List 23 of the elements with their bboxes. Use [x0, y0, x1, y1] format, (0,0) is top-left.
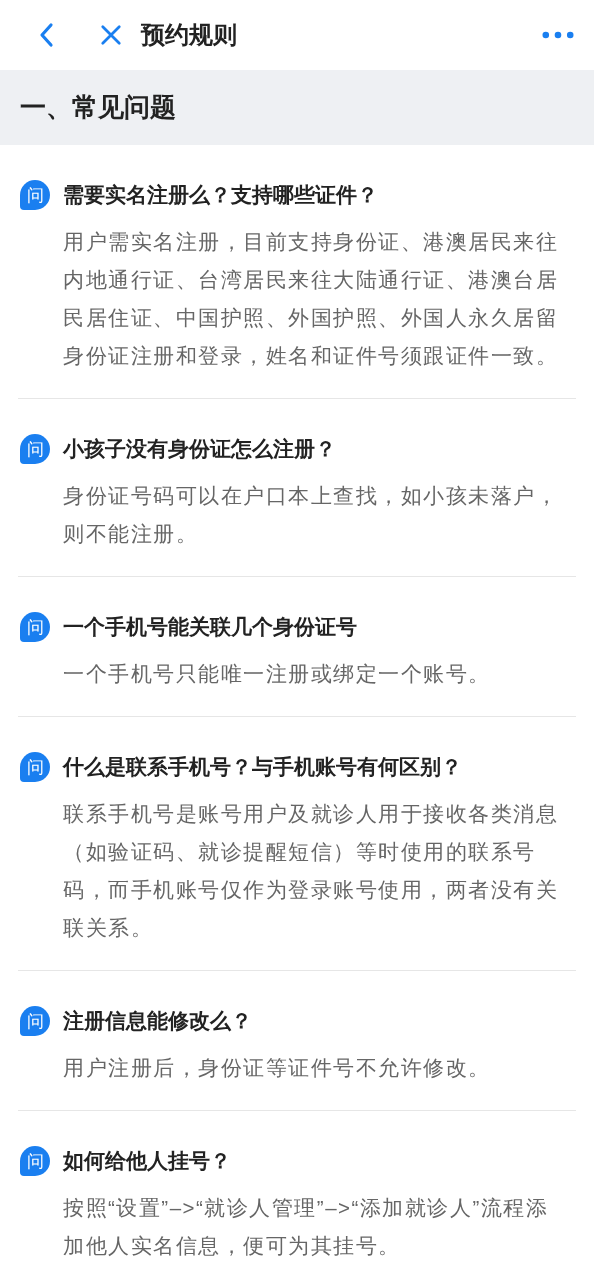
more-icon[interactable] [542, 31, 574, 39]
answer-text: 用户需实名注册，目前支持身份证、港澳居民来往内地通行证、台湾居民来往大陆通行证、港澳台居民居住证、中国护照、外国护照、外国人永久居留身份证注册和登录，姓名和证件号须跟证件一致。 [63, 229, 559, 369]
question-badge: 问 [20, 1006, 50, 1036]
question-text: 小孩子没有身份证怎么注册？ [63, 436, 336, 462]
question-badge: 问 [20, 1146, 50, 1176]
question-text: 什么是联系手机号？与手机账号有何区别？ [63, 754, 462, 780]
answer-text: 身份证号码可以在户口本上查找，如小孩未落户，则不能注册。 [63, 483, 559, 547]
question-text: 注册信息能修改么？ [63, 1008, 252, 1034]
question-badge: 问 [20, 180, 50, 210]
question-badge: 问 [20, 752, 50, 782]
question-badge: 问 [20, 612, 50, 642]
answer-text: 按照“设置”–>“就诊人管理”–>“添加就诊人”流程添加他人实名信息，便可为其挂号。 [63, 1195, 550, 1259]
close-icon[interactable] [100, 24, 122, 46]
answer-text: 联系手机号是账号用户及就诊人用于接收各类消息（如验证码、就诊提醒短信）等时使用的联系号码，而手机账号仅作为登录账号使用，两者没有关联关系。 [63, 801, 559, 941]
page-title: 预约规则 [141, 20, 237, 50]
question-text: 需要实名注册么？支持哪些证件？ [63, 182, 378, 208]
back-icon[interactable] [38, 22, 54, 48]
question-badge: 问 [20, 434, 50, 464]
question-text: 一个手机号能关联几个身份证号 [63, 614, 357, 640]
answer-text: 一个手机号只能唯一注册或绑定一个账号。 [63, 661, 492, 687]
answer-text: 用户注册后，身份证等证件号不允许修改。 [63, 1055, 492, 1081]
question-text: 如何给他人挂号？ [63, 1148, 231, 1174]
section-header: 一、常见问题 [0, 70, 594, 145]
